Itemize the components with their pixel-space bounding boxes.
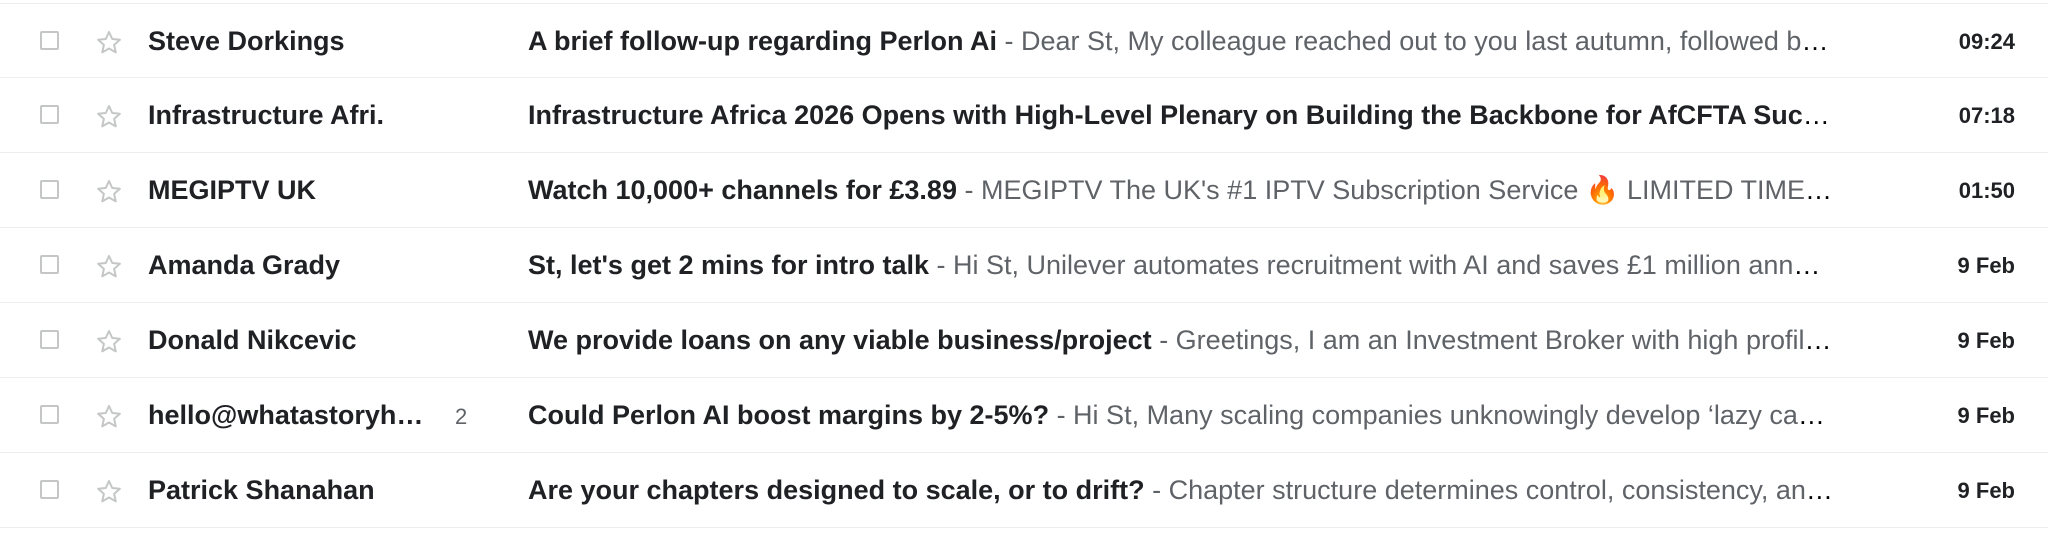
email-row[interactable]: MEGIPTV UK Watch 10,000+ channels for £3… (0, 153, 2048, 228)
email-row[interactable]: Patrick Shanahan Are your chapters desig… (0, 453, 2048, 528)
email-snippet: - Hi St, Unilever automates recruitment … (936, 250, 1834, 280)
email-row[interactable]: hello@whatastoryhub.com 2 Could Perlon A… (0, 378, 2048, 453)
email-snippet: - MEGIPTV The UK's #1 IPTV Subscription … (964, 175, 1833, 205)
star-icon[interactable] (94, 327, 124, 357)
email-content: Are your chapters designed to scale, or … (528, 453, 1833, 528)
email-subject: A brief follow-up regarding Perlon Ai (528, 26, 998, 56)
select-checkbox[interactable] (40, 105, 59, 124)
email-content: St, let's get 2 mins for intro talk - Hi… (528, 228, 1833, 303)
email-row[interactable]: Steve Dorkings A brief follow-up regardi… (0, 3, 2048, 78)
star-icon[interactable] (94, 102, 124, 132)
star-icon[interactable] (94, 477, 124, 507)
email-content: Infrastructure Africa 2026 Opens with Hi… (528, 78, 1833, 153)
email-snippet: - Hi St, Many scaling companies unknowin… (1056, 400, 1833, 430)
email-subject: Watch 10,000+ channels for £3.89 (528, 175, 957, 205)
star-icon[interactable] (94, 28, 124, 58)
sender-name: Amanda Grady (148, 250, 341, 280)
email-subject: Could Perlon AI boost margins by 2-5%? (528, 400, 1050, 430)
email-content: Could Perlon AI boost margins by 2-5%? -… (528, 378, 1833, 453)
sender-name: Donald Nikcevic (148, 325, 357, 355)
email-snippet: - Greetings, I am an Investment Broker w… (1159, 325, 1833, 355)
email-date: 07:18 (1958, 103, 2015, 128)
email-date: 01:50 (1958, 178, 2015, 203)
email-content: We provide loans on any viable business/… (528, 303, 1833, 378)
email-row[interactable]: Amanda Grady St, let's get 2 mins for in… (0, 228, 2048, 303)
email-row[interactable]: Infrastructure Afri. Infrastructure Afri… (0, 78, 2048, 153)
select-checkbox[interactable] (40, 31, 59, 50)
email-date: 9 Feb (1957, 478, 2015, 503)
select-checkbox[interactable] (40, 480, 59, 499)
email-snippet: - Chapter structure determines control, … (1152, 475, 1833, 505)
select-checkbox[interactable] (40, 405, 59, 424)
select-checkbox[interactable] (40, 180, 59, 199)
email-list: Steve Dorkings A brief follow-up regardi… (0, 3, 2048, 528)
sender-name: Patrick Shanahan (148, 475, 375, 505)
email-content: A brief follow-up regarding Perlon Ai - … (528, 4, 1833, 79)
select-checkbox[interactable] (40, 330, 59, 349)
email-row[interactable]: Donald Nikcevic We provide loans on any … (0, 303, 2048, 378)
email-subject: We provide loans on any viable business/… (528, 325, 1152, 355)
select-checkbox[interactable] (40, 255, 59, 274)
star-icon[interactable] (94, 402, 124, 432)
email-content: Watch 10,000+ channels for £3.89 - MEGIP… (528, 153, 1833, 228)
email-date: 9 Feb (1957, 253, 2015, 278)
sender-name: hello@whatastoryhub.com (148, 400, 438, 430)
star-icon[interactable] (94, 252, 124, 282)
email-date: 09:24 (1958, 29, 2015, 54)
sender-name: MEGIPTV UK (148, 175, 317, 205)
email-subject: St, let's get 2 mins for intro talk (528, 250, 929, 280)
email-date: 9 Feb (1957, 403, 2015, 428)
sender-name: Steve Dorkings (148, 26, 345, 56)
email-subject: Are your chapters designed to scale, or … (528, 475, 1145, 505)
star-icon[interactable] (94, 177, 124, 207)
sender-name: Infrastructure Afri. (148, 100, 385, 130)
email-date: 9 Feb (1957, 328, 2015, 353)
email-snippet: - Dear St, My colleague reached out to y… (1004, 26, 1833, 56)
thread-count: 2 (455, 404, 468, 429)
email-subject: Infrastructure Africa 2026 Opens with Hi… (528, 100, 1833, 130)
